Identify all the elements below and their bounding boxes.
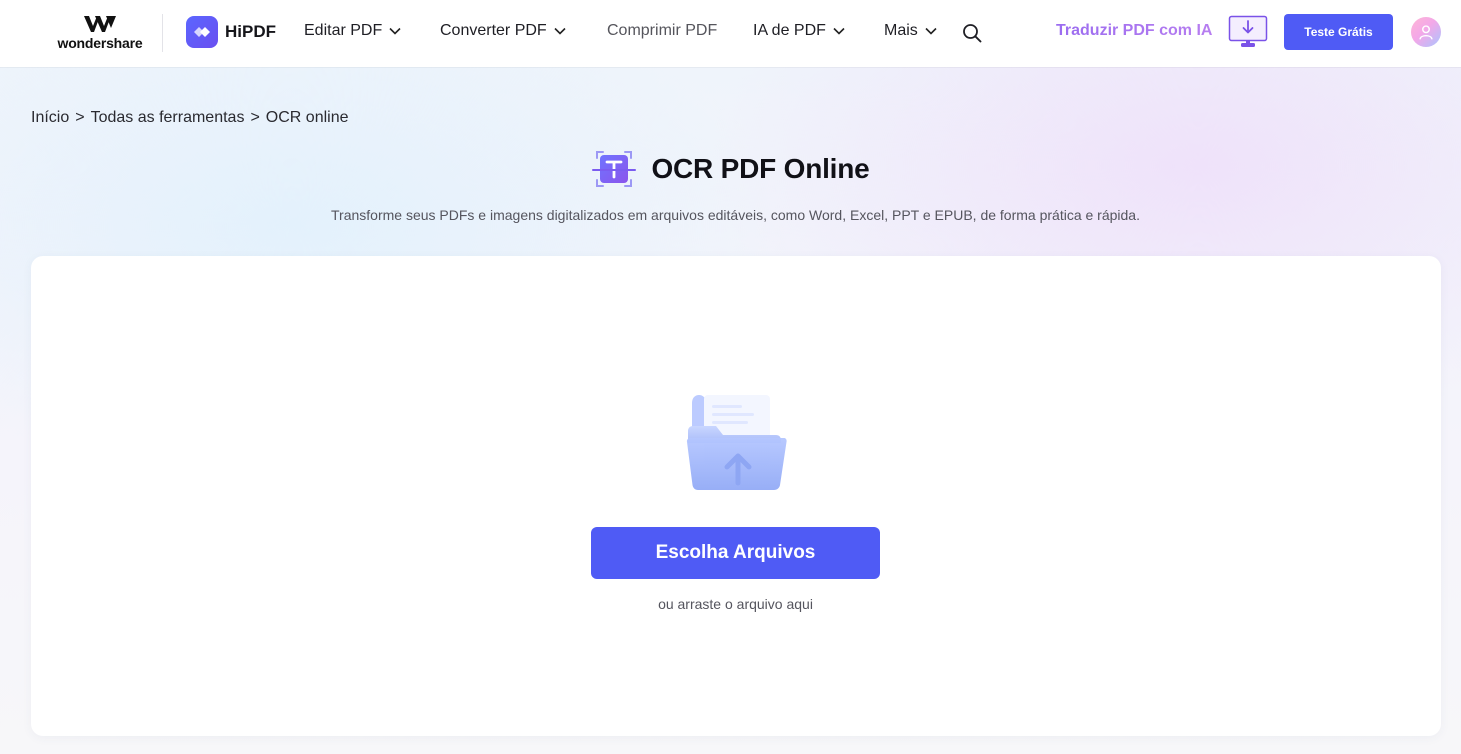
breadcrumb-home[interactable]: Início <box>31 109 69 127</box>
nav-converter-pdf[interactable]: Converter PDF <box>440 22 566 40</box>
desktop-download-icon[interactable] <box>1228 15 1268 49</box>
breadcrumb-separator: > <box>250 109 260 126</box>
translate-pdf-ai-link[interactable]: Traduzir PDF com IA <box>1056 22 1212 40</box>
wondershare-logo-icon <box>84 16 116 32</box>
nav-comprimir-pdf[interactable]: Comprimir PDF <box>607 22 717 40</box>
page-subtitle: Transforme seus PDFs e imagens digitaliz… <box>331 207 1140 223</box>
free-trial-button[interactable]: Teste Grátis <box>1284 14 1393 50</box>
nav-mais-label: Mais <box>884 22 918 39</box>
nav-mais[interactable]: Mais <box>884 22 937 40</box>
drag-drop-hint: ou arraste o arquivo aqui <box>658 596 813 612</box>
nav-editar-pdf[interactable]: Editar PDF <box>304 22 401 40</box>
hipdf-wordmark: HiPDF <box>225 22 276 41</box>
hipdf-logo[interactable]: HiPDF <box>186 16 276 48</box>
nav-converter-pdf-label: Converter PDF <box>440 22 547 39</box>
logo-divider <box>162 14 163 52</box>
search-icon[interactable] <box>962 23 982 43</box>
user-avatar-icon <box>1419 25 1433 40</box>
wondershare-logo[interactable]: wondershare <box>53 14 147 54</box>
chevron-down-icon <box>554 27 566 35</box>
upload-drop-zone[interactable] <box>31 256 1441 736</box>
nav-editar-pdf-label: Editar PDF <box>304 22 383 39</box>
nav-comprimir-pdf-label: Comprimir PDF <box>607 22 718 39</box>
breadcrumb: Início > Todas as ferramentas > OCR onli… <box>31 109 349 127</box>
hipdf-logo-icon <box>186 16 218 48</box>
user-avatar[interactable] <box>1411 17 1441 47</box>
folder-upload-icon <box>686 395 787 490</box>
breadcrumb-all-tools[interactable]: Todas as ferramentas <box>91 109 245 127</box>
choose-files-button[interactable]: Escolha Arquivos <box>591 527 880 579</box>
breadcrumb-current: OCR online <box>265 109 349 126</box>
top-navigation-bar: wondershare HiPDF Editar PDF Converter P… <box>0 0 1461 67</box>
breadcrumb-separator: > <box>75 109 85 126</box>
chevron-down-icon <box>833 27 845 35</box>
nav-ia-de-pdf-label: IA de PDF <box>753 22 826 39</box>
nav-ia-de-pdf[interactable]: IA de PDF <box>753 22 845 40</box>
page-title: OCR PDF Online <box>651 153 870 184</box>
page-title-row: OCR PDF Online <box>0 148 1461 190</box>
chevron-down-icon <box>925 27 937 35</box>
ocr-scan-icon <box>592 151 637 187</box>
wondershare-wordmark: wondershare <box>57 35 143 51</box>
chevron-down-icon <box>389 27 401 35</box>
